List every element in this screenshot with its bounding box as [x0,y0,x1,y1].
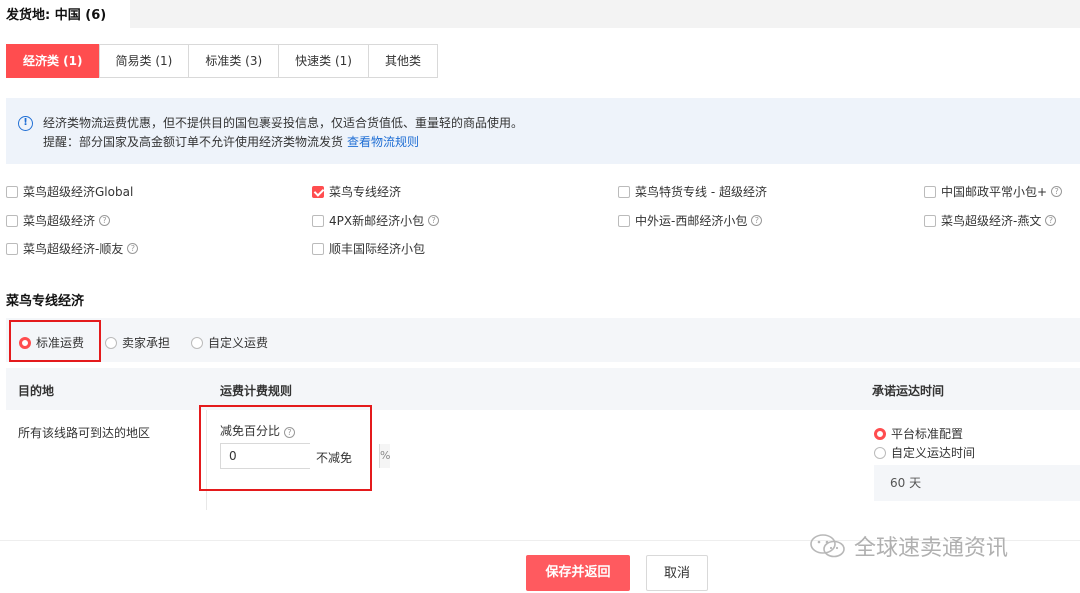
tab-economy[interactable]: 经济类 (1) [6,44,100,78]
help-icon[interactable]: ? [751,215,763,226]
tab-standard[interactable]: 标准类 (3) [188,44,280,78]
help-icon[interactable]: ? [1051,186,1063,197]
header-band [130,0,1080,28]
info-reminder: 提醒：部分国家及高金额订单不允许使用经济类物流发货 查看物流规则 [43,133,419,150]
highlight-box [199,405,372,491]
origin-title: 发货地: 中国 (6) [6,8,107,23]
checkbox[interactable] [924,214,936,227]
help-icon[interactable]: ? [127,243,139,254]
radio-label: 自定义运达时间 [891,446,976,460]
checkbox[interactable] [312,214,324,227]
option-label: 菜鸟超级经济 [23,214,96,228]
checkbox[interactable] [312,242,324,255]
delivery-days: 60 天 [874,465,1080,501]
percent-suffix: % [379,444,391,468]
checkbox[interactable] [618,185,630,198]
option-label: 中外运-西邮经济小包 [635,214,748,228]
radio-label: 平台标准配置 [891,427,964,441]
watermark-text: 全球速卖通资讯 [854,536,1009,561]
option-label: 菜鸟超级经济-顺友 [23,242,124,256]
header-destination: 目的地 [18,384,55,398]
tab-simple[interactable]: 简易类 (1) [98,44,190,78]
logistics-rules-link[interactable]: 查看物流规则 [347,135,419,149]
help-icon[interactable]: ? [428,215,440,226]
checkbox[interactable] [6,214,18,227]
radio[interactable] [874,446,886,459]
checkbox[interactable] [618,214,630,227]
save-and-return-button[interactable]: 保存并返回 [526,555,630,591]
radio[interactable] [105,336,117,349]
option-cainiao-super-economy-global[interactable]: 菜鸟超级经济Global [6,183,133,200]
info-icon: ! [18,116,33,131]
checkbox[interactable] [924,185,936,198]
header-freight-rule: 运费计费规则 [220,384,293,398]
option-sf-intl-economy[interactable]: 顺丰国际经济小包 [312,240,425,257]
highlight-box [9,320,101,362]
option-cainiao-super-economy-yanwen[interactable]: 菜鸟超级经济-燕文 ? [924,212,1057,229]
radio-label: 卖家承担 [122,336,171,350]
table-header: 目的地 运费计费规则 承诺运达时间 [6,368,1080,410]
category-tabs: 经济类 (1) 简易类 (1) 标准类 (3) 快速类 (1) 其他类 [6,44,438,78]
radio[interactable] [191,336,203,349]
option-label: 菜鸟超级经济Global [23,185,134,199]
option-label: 菜鸟专线经济 [329,185,402,199]
radio-seller-pays[interactable]: 卖家承担 [105,334,170,351]
radio-custom-delivery-time[interactable]: 自定义运达时间 [874,444,975,461]
header-delivery-time: 承诺运达时间 [872,384,945,398]
option-cainiao-special-super-economy[interactable]: 菜鸟特货专线 - 超级经济 [618,183,767,200]
option-label: 4PX新邮经济小包 [329,214,425,228]
tab-other[interactable]: 其他类 [367,44,438,78]
shipping-settings-page: 发货地: 中国 (6) 经济类 (1) 简易类 (1) 标准类 (3) 快速类 … [0,0,1080,593]
option-sinotrans-spain-economy[interactable]: 中外运-西邮经济小包 ? [618,212,763,229]
watermark: 全球速卖通资讯 [808,530,1008,562]
radio-label: 自定义运费 [208,336,269,350]
checkbox[interactable] [6,185,18,198]
option-label: 中国邮政平常小包+ [941,185,1048,199]
checkbox-checked[interactable] [312,185,324,198]
help-icon[interactable]: ? [99,215,111,226]
radio-selected[interactable] [874,427,886,440]
wechat-icon [810,534,845,558]
help-icon[interactable]: ? [1045,215,1057,226]
option-china-post-ordinary-plus[interactable]: 中国邮政平常小包+ ? [924,183,1063,200]
section-title: 菜鸟专线经济 [6,294,85,309]
cancel-button[interactable]: 取消 [646,555,708,591]
destination-cell: 所有该线路可到达的地区 [18,426,151,440]
info-banner: ! 经济类物流运费优惠，但不提供目的国包裹妥投信息，仅适合货值低、重量轻的商品使… [6,98,1080,164]
radio-platform-standard[interactable]: 平台标准配置 [874,425,963,442]
option-cainiao-line-economy[interactable]: 菜鸟专线经济 [312,183,401,200]
option-cainiao-super-economy-shunyou[interactable]: 菜鸟超级经济-顺友 ? [6,240,139,257]
info-text: 经济类物流运费优惠，但不提供目的国包裹妥投信息，仅适合货值低、重量轻的商品使用。 [43,116,524,130]
option-label: 菜鸟超级经济-燕文 [941,214,1042,228]
checkbox[interactable] [6,242,18,255]
option-label: 菜鸟特货专线 - 超级经济 [635,185,767,199]
radio-custom-freight[interactable]: 自定义运费 [191,334,268,351]
info-reminder-text: 提醒：部分国家及高金额订单不允许使用经济类物流发货 [43,135,344,149]
option-cainiao-super-economy[interactable]: 菜鸟超级经济 ? [6,212,111,229]
option-label: 顺丰国际经济小包 [329,242,426,256]
tab-express[interactable]: 快速类 (1) [278,44,369,78]
option-4px-economy[interactable]: 4PX新邮经济小包 ? [312,212,440,229]
